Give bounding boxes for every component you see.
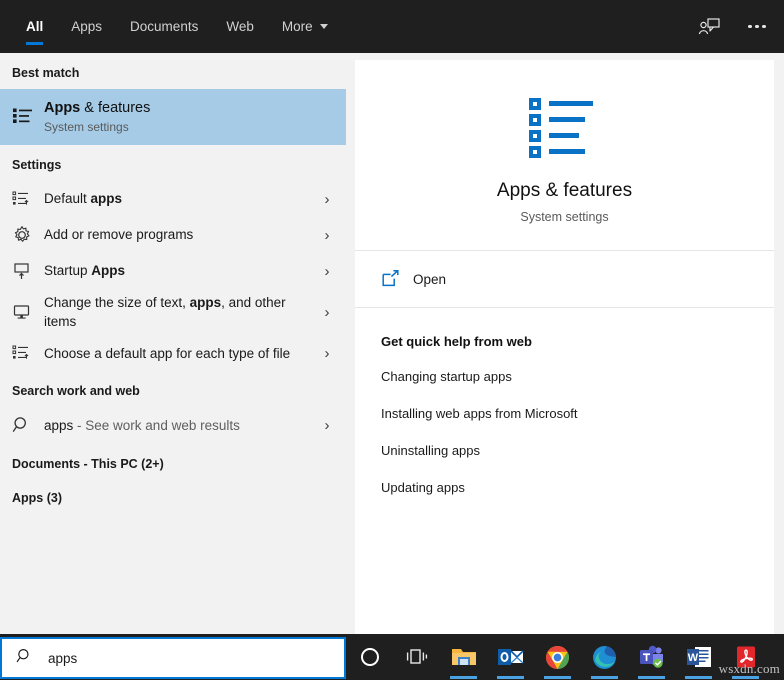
- settings-item-label: Add or remove programs: [42, 225, 314, 244]
- apps-list-icon: [12, 104, 42, 130]
- best-match-subtitle: System settings: [44, 119, 340, 136]
- search-icon: [12, 412, 42, 438]
- header-actions: [696, 14, 784, 40]
- best-match-result[interactable]: Apps & features System settings: [0, 89, 346, 145]
- web-search-result[interactable]: apps - See work and web results ›: [0, 407, 346, 443]
- outlook-icon[interactable]: [487, 634, 534, 680]
- best-match-text: Apps & features System settings: [42, 98, 340, 137]
- search-icon: [16, 647, 34, 670]
- best-match-header: Best match: [0, 53, 346, 89]
- settings-item-label: Choose a default app for each type of fi…: [42, 344, 314, 363]
- tab-more[interactable]: More: [268, 0, 342, 53]
- word-icon[interactable]: W: [675, 634, 722, 680]
- search-tabs: All Apps Documents Web More: [0, 0, 342, 53]
- ellipsis-icon[interactable]: [744, 14, 770, 40]
- tab-apps[interactable]: Apps: [57, 0, 116, 53]
- search-input[interactable]: apps: [0, 637, 346, 679]
- settings-item-change-size-of-text[interactable]: Change the size of text, apps, and other…: [0, 289, 346, 335]
- tab-apps-label: Apps: [71, 19, 102, 34]
- edge-icon[interactable]: [581, 634, 628, 680]
- monitor-up-icon: [12, 258, 42, 284]
- web-search-suffix: - See work and web results: [73, 418, 240, 433]
- person-feedback-icon[interactable]: [696, 14, 722, 40]
- chevron-right-icon: ›: [314, 191, 340, 208]
- tab-documents-label: Documents: [130, 19, 198, 34]
- help-link-updating-apps[interactable]: Updating apps: [381, 480, 774, 495]
- chevron-right-icon: ›: [314, 417, 340, 434]
- cortana-icon[interactable]: [346, 634, 393, 680]
- settings-item-label: Change the size of text, apps, and other…: [42, 293, 314, 331]
- best-match-title-rest: & features: [80, 100, 150, 116]
- results-list: Best match Apps & features System settin…: [0, 53, 346, 634]
- list-arrow-icon: [12, 340, 42, 366]
- watermark: wsxdn.com: [719, 661, 780, 677]
- chevron-right-icon: ›: [314, 304, 340, 321]
- search-input-value: apps: [48, 651, 77, 666]
- svg-text:W: W: [687, 652, 698, 664]
- settings-item-default-apps[interactable]: Default apps ›: [0, 181, 346, 217]
- file-explorer-icon[interactable]: [440, 634, 487, 680]
- quick-help-header: Get quick help from web: [381, 334, 774, 349]
- open-action[interactable]: Open: [355, 251, 774, 307]
- settings-item-choose-default-app[interactable]: Choose a default app for each type of fi…: [0, 335, 346, 371]
- open-label: Open: [413, 272, 446, 287]
- settings-item-label: Default apps: [42, 189, 314, 208]
- apps-count-header: Apps (3): [0, 477, 346, 511]
- search-header: All Apps Documents Web More: [0, 0, 784, 53]
- quick-help-section: Get quick help from web Changing startup…: [355, 308, 774, 495]
- search-work-web-header: Search work and web: [0, 371, 346, 407]
- best-match-title-bold: Apps: [44, 100, 80, 116]
- task-view-icon[interactable]: [393, 634, 440, 680]
- gear-icon: [12, 222, 42, 248]
- search-flyout: All Apps Documents Web More: [0, 0, 784, 680]
- ellipsis-dots: [748, 25, 766, 29]
- list-arrow-icon: [12, 186, 42, 212]
- help-link-installing-web-apps[interactable]: Installing web apps from Microsoft: [381, 406, 774, 421]
- chrome-icon[interactable]: [534, 634, 581, 680]
- label-bold: Apps: [91, 263, 125, 278]
- tab-all[interactable]: All: [12, 0, 57, 53]
- label-pre: Default: [44, 191, 91, 206]
- label-pre: Add or remove programs: [44, 227, 193, 242]
- preview-block: Apps & features System settings: [355, 60, 774, 250]
- tab-all-label: All: [26, 19, 43, 34]
- teams-icon[interactable]: [628, 634, 675, 680]
- apps-features-large-icon: [355, 96, 774, 158]
- help-link-changing-startup-apps[interactable]: Changing startup apps: [381, 369, 774, 384]
- help-link-uninstalling-apps[interactable]: Uninstalling apps: [381, 443, 774, 458]
- settings-header: Settings: [0, 145, 346, 181]
- chevron-right-icon: ›: [314, 227, 340, 244]
- chevron-right-icon: ›: [314, 345, 340, 362]
- label-bold: apps: [190, 295, 222, 310]
- preview-title: Apps & features: [355, 180, 774, 202]
- settings-item-startup-apps[interactable]: Startup Apps ›: [0, 253, 346, 289]
- tab-more-label: More: [282, 19, 313, 34]
- label-pre: Startup: [44, 263, 91, 278]
- settings-item-label: Startup Apps: [42, 261, 314, 280]
- tab-web[interactable]: Web: [212, 0, 268, 53]
- best-match-title: Apps & features: [44, 98, 340, 119]
- display-icon: [12, 299, 42, 325]
- label-pre: Choose a default app for each type of fi…: [44, 346, 290, 361]
- preview-pane: Apps & features System settings Open Get…: [355, 60, 774, 634]
- web-search-term: apps: [44, 418, 73, 433]
- tab-documents[interactable]: Documents: [116, 0, 212, 53]
- documents-header: Documents - This PC (2+): [0, 443, 346, 477]
- tab-web-label: Web: [226, 19, 254, 34]
- label-bold: apps: [91, 191, 123, 206]
- chevron-down-icon: [320, 24, 328, 29]
- label-pre: Change the size of text,: [44, 295, 190, 310]
- preview-subtitle: System settings: [355, 210, 774, 224]
- web-search-label: apps - See work and web results: [42, 416, 314, 435]
- open-external-icon: [381, 269, 413, 289]
- chevron-right-icon: ›: [314, 263, 340, 280]
- settings-item-add-remove-programs[interactable]: Add or remove programs ›: [0, 217, 346, 253]
